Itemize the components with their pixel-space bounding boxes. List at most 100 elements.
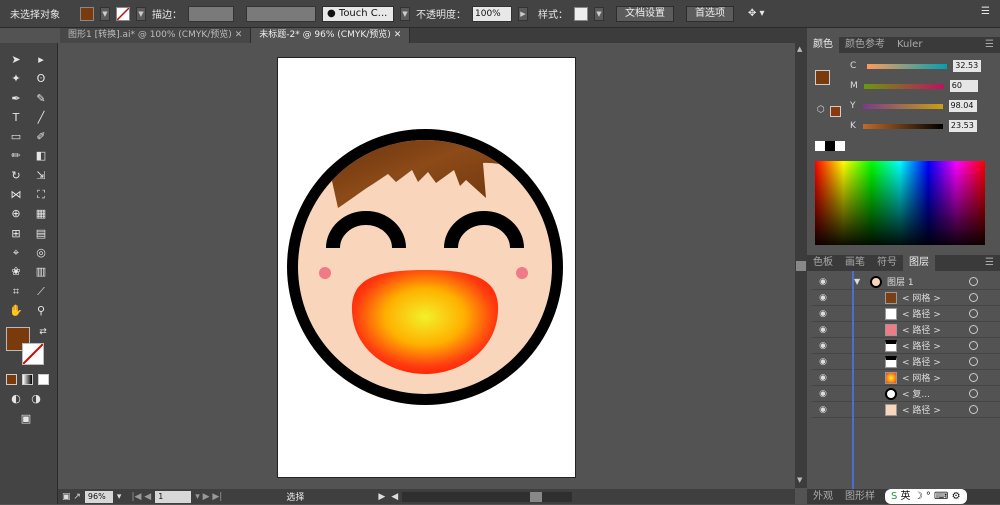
selection-tool-icon[interactable]: ➤ (8, 52, 24, 68)
zoom-dropdown[interactable]: ▾ (117, 492, 122, 502)
expand-icon[interactable]: ▼ (854, 277, 860, 286)
shape-builder-tool-icon[interactable]: ⊕ (8, 206, 24, 222)
artboard[interactable] (277, 57, 576, 478)
next-page-icon[interactable]: ▾ ▶ ▶| (195, 492, 222, 502)
tab-graphic-styles[interactable]: 图形样 (839, 489, 881, 504)
list-item[interactable]: ◉ < 路径 > (812, 322, 1000, 338)
visibility-icon[interactable]: ◉ (816, 309, 830, 319)
target-icon[interactable] (969, 309, 978, 318)
visibility-icon[interactable]: ◉ (816, 389, 830, 399)
layer-row[interactable]: ◉ ▼ 图层 1 (812, 274, 1000, 290)
list-item[interactable]: ◉ < 路径 > (812, 402, 1000, 418)
line-tool-icon[interactable]: ╱ (33, 110, 49, 126)
scroll-thumb[interactable] (796, 261, 806, 271)
draw-behind-icon[interactable]: ◑ (28, 391, 44, 407)
pen-tool-icon[interactable]: ✒ (8, 91, 24, 107)
brush-dropdown[interactable]: ▼ (400, 6, 410, 21)
ime-toolbar[interactable]: S 英 ☽ ° ⌨ ⚙ (885, 489, 967, 504)
zoom-tool-icon[interactable]: ⚲ (33, 303, 49, 319)
target-icon[interactable] (969, 277, 978, 286)
target-icon[interactable] (969, 293, 978, 302)
visibility-icon[interactable]: ◉ (816, 373, 830, 383)
blend-tool-icon[interactable]: ◎ (33, 245, 49, 261)
list-item[interactable]: ◉ < 复... (812, 386, 1000, 402)
tab-color-guide[interactable]: 颜色参考 (839, 37, 891, 53)
zoom-field[interactable]: 96% (84, 490, 113, 503)
gradient-tool-icon[interactable]: ▤ (33, 226, 49, 242)
magenta-value[interactable]: 60 (949, 80, 978, 92)
out-of-gamut-swatch[interactable] (830, 106, 841, 117)
target-icon[interactable] (969, 341, 978, 350)
column-graph-tool-icon[interactable]: ▥ (33, 264, 49, 280)
stroke-weight-field[interactable] (188, 5, 234, 22)
black-value[interactable]: 23.53 (948, 120, 977, 132)
visibility-icon[interactable]: ◉ (816, 325, 830, 335)
artboard-tool-icon[interactable]: ⌗ (8, 284, 24, 300)
tab-document-1[interactable]: 图形1 [转换].ai* @ 100% (CMYK/预览) ✕ (60, 28, 252, 43)
none-swatch[interactable] (815, 141, 825, 151)
panel-menu-icon[interactable]: ☰ (979, 37, 1000, 53)
visibility-icon[interactable]: ◉ (816, 293, 830, 303)
free-transform-tool-icon[interactable]: ⛶ (33, 187, 49, 203)
magic-wand-tool-icon[interactable]: ✦ (8, 71, 24, 87)
lasso-tool-icon[interactable]: ʘ (33, 71, 49, 87)
close-icon[interactable]: ✕ (235, 30, 243, 40)
horizontal-scroll-thumb[interactable] (530, 491, 543, 502)
brush-selector[interactable]: ● Touch C... (322, 5, 394, 22)
color-spectrum[interactable] (815, 161, 985, 245)
swap-colors-icon[interactable]: ⇄ (35, 324, 51, 340)
target-icon[interactable] (969, 357, 978, 366)
rectangle-tool-icon[interactable]: ▭ (8, 129, 24, 145)
target-icon[interactable] (969, 389, 978, 398)
vertical-scrollbar[interactable]: ▲ ▼ (795, 43, 807, 488)
layers-menu-icon[interactable]: ☰ (979, 255, 1000, 271)
white-swatch[interactable] (835, 141, 845, 151)
perspective-grid-tool-icon[interactable]: ▦ (33, 206, 49, 222)
visibility-icon[interactable]: ◉ (816, 357, 830, 367)
style-swatch[interactable] (574, 6, 588, 21)
page-field[interactable]: 1 (155, 490, 192, 503)
black-slider[interactable] (862, 123, 943, 129)
tab-appearance[interactable]: 外观 (807, 489, 839, 504)
target-icon[interactable] (969, 405, 978, 414)
fill-swatch[interactable] (80, 6, 94, 21)
pencil-tool-icon[interactable]: ✏ (8, 148, 24, 164)
target-icon[interactable] (969, 325, 978, 334)
style-dropdown[interactable]: ▼ (594, 6, 604, 21)
width-tool-icon[interactable]: ⋈ (8, 187, 24, 203)
scroll-up-icon[interactable]: ▲ (797, 45, 802, 53)
status-menu-icon[interactable]: ▶ (378, 492, 385, 502)
stroke-label[interactable]: 描边： (152, 6, 182, 21)
scroll-down-icon[interactable]: ▼ (797, 476, 802, 484)
list-item[interactable]: ◉ < 路径 > (812, 354, 1000, 370)
target-icon[interactable] (969, 373, 978, 382)
tab-brushes[interactable]: 画笔 (839, 255, 871, 271)
yellow-slider[interactable] (862, 103, 943, 109)
yellow-value[interactable]: 98.04 (948, 100, 977, 112)
opacity-field[interactable]: 100% (472, 5, 512, 22)
opacity-label[interactable]: 不透明度： (416, 6, 466, 21)
horizontal-scroll-left-icon[interactable]: ◀ (391, 492, 398, 502)
visibility-icon[interactable]: ◉ (816, 405, 830, 415)
slice-tool-icon[interactable]: ⟋ (33, 284, 49, 300)
variable-width-field[interactable] (246, 5, 316, 22)
eyedropper-tool-icon[interactable]: ⌖ (8, 245, 24, 261)
list-item[interactable]: ◉ < 路径 > (812, 338, 1000, 354)
eraser-tool-icon[interactable]: ◧ (33, 148, 49, 164)
color-mode-icon[interactable] (6, 374, 17, 385)
mesh-tool-icon[interactable]: ⊞ (8, 226, 24, 242)
black-swatch[interactable] (825, 141, 835, 151)
document-setup-button[interactable]: 文档设置 (616, 5, 674, 22)
list-item[interactable]: ◉ < 网格 > (812, 370, 1000, 386)
list-item[interactable]: ◉ < 网格 > (812, 290, 1000, 306)
fill-dropdown[interactable]: ▼ (100, 6, 110, 21)
gradient-mode-icon[interactable] (22, 374, 33, 385)
stroke-swatch[interactable] (116, 6, 130, 21)
tab-color[interactable]: 颜色 (807, 37, 839, 53)
opacity-dropdown[interactable]: ▶ (518, 6, 528, 21)
stroke-dropdown[interactable]: ▼ (136, 6, 146, 21)
rotate-tool-icon[interactable]: ↻ (8, 168, 24, 184)
cyan-value[interactable]: 32.53 (953, 60, 982, 72)
arrange-icon[interactable]: ✥ ▾ (748, 8, 765, 19)
hand-tool-icon[interactable]: ✋ (8, 303, 24, 319)
